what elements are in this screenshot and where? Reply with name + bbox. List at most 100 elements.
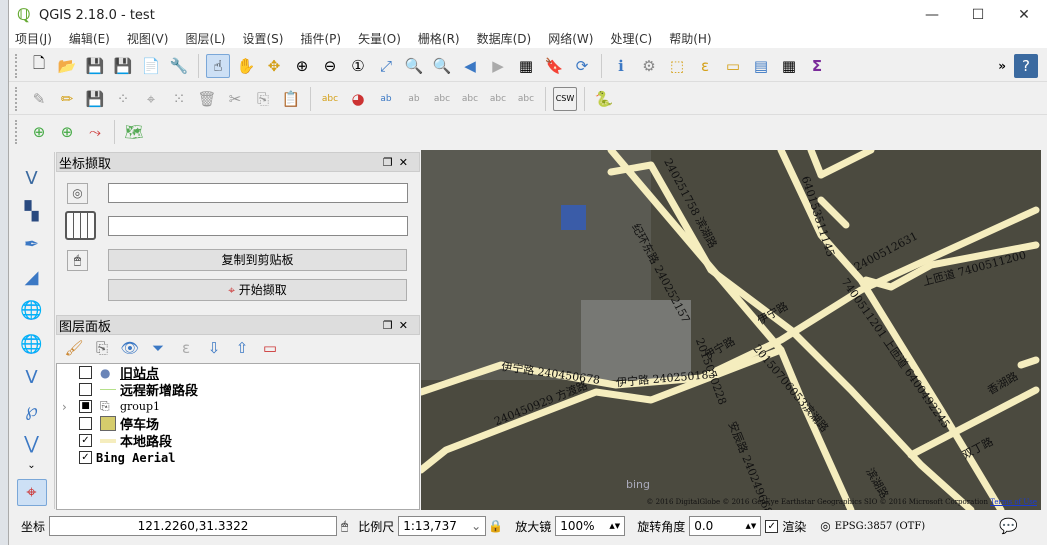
new-map-view-icon[interactable]: ▦ <box>514 54 538 78</box>
zoom-out-icon[interactable]: ⊖ <box>318 54 342 78</box>
menu-settings[interactable]: 设置(S) <box>243 30 284 48</box>
zoom-full-icon[interactable]: ⤢ <box>374 54 398 78</box>
layer-group[interactable]: › ■ ⎘ group1 <box>57 398 419 415</box>
current-edits-icon[interactable]: ✎ <box>27 87 51 111</box>
layer-item[interactable]: 停车场 <box>57 415 419 433</box>
layer-item[interactable]: 远程新增路段 <box>57 381 419 399</box>
menu-help[interactable]: 帮助(H) <box>669 30 711 48</box>
crs-status-button[interactable]: EPSG:3857 (OTF) <box>835 521 925 532</box>
left-toolbar-expand-icon[interactable]: ⌄ <box>27 460 35 471</box>
save-project-icon[interactable]: 💾 <box>83 54 107 78</box>
menu-plugins[interactable]: 插件(P) <box>300 30 341 48</box>
layer-item[interactable]: ● 旧站点 <box>57 364 419 382</box>
filter-expression-icon[interactable]: ε <box>174 336 198 360</box>
close-panel-icon[interactable]: ✕ <box>399 156 414 169</box>
map-crs-coordinate-field[interactable] <box>108 183 408 203</box>
add-vector-layer-icon[interactable]: V <box>17 165 47 192</box>
move-label-icon[interactable]: abc <box>458 87 482 111</box>
paste-features-icon[interactable]: 📋 <box>279 87 303 111</box>
diagram-icon[interactable]: ◕ <box>346 87 370 111</box>
composer-manager-icon[interactable]: 🔧 <box>167 54 191 78</box>
copy-to-clipboard-button[interactable]: 复制到剪贴板 <box>108 249 407 271</box>
manage-visibility-icon[interactable]: 👁 <box>118 336 142 360</box>
openlayers-plugin-icon[interactable]: 🗺 <box>122 120 146 144</box>
new-print-composer-icon[interactable]: 📄 <box>139 54 163 78</box>
float-panel-icon[interactable]: ❐ <box>383 319 399 332</box>
deselect-icon[interactable]: ▭ <box>721 54 745 78</box>
close-button[interactable]: ✕ <box>1001 7 1047 23</box>
spin-arrows-icon[interactable]: ▲▼ <box>745 517 756 535</box>
copy-features-icon[interactable]: ⎘ <box>251 87 275 111</box>
maximize-button[interactable]: ☐ <box>955 7 1001 23</box>
statistics-icon[interactable]: Σ <box>805 54 829 78</box>
show-hide-labels-icon[interactable]: abc <box>430 87 454 111</box>
layer-item[interactable]: ✓ 本地路段 <box>57 432 419 450</box>
cut-features-icon[interactable]: ✂ <box>223 87 247 111</box>
toggle-editing-icon[interactable]: ✏ <box>55 87 79 111</box>
add-point-icon[interactable]: ⊕ <box>27 120 51 144</box>
python-console-icon[interactable]: 🐍 <box>592 87 616 111</box>
pan-to-selection-icon[interactable]: ✥ <box>262 54 286 78</box>
menu-database[interactable]: 数据库(D) <box>477 30 532 48</box>
new-shapefile-icon[interactable]: ⋁ <box>17 430 47 457</box>
zoom-native-icon[interactable]: ① <box>346 54 370 78</box>
select-by-expression-icon[interactable]: ε <box>693 54 717 78</box>
add-wcs-icon[interactable]: 🌐 <box>17 330 47 357</box>
menu-edit[interactable]: 编辑(E) <box>69 30 110 48</box>
menu-layer[interactable]: 图层(L) <box>185 30 225 48</box>
add-spatialite-icon[interactable]: ◢ <box>17 264 47 291</box>
expand-all-icon[interactable]: ⇩ <box>202 336 226 360</box>
zoom-next-icon[interactable]: ▶ <box>486 54 510 78</box>
collapse-all-icon[interactable]: ⇧ <box>230 336 254 360</box>
menu-raster[interactable]: 栅格(R) <box>418 30 460 48</box>
add-group-icon[interactable]: ⎘ <box>90 336 114 360</box>
touch-zoom-icon[interactable]: ☝ <box>206 53 230 78</box>
menu-processing[interactable]: 处理(C) <box>610 30 652 48</box>
layer-checkbox[interactable]: ■ <box>79 400 92 413</box>
rotation-spinbox[interactable]: 0.0 ▲▼ <box>689 516 762 536</box>
messages-icon[interactable]: 💬 <box>999 517 1018 535</box>
toolbar-grip[interactable] <box>15 86 21 111</box>
save-as-icon[interactable]: 💾 <box>111 54 135 78</box>
toggle-extents-icon[interactable]: 🖱 <box>341 519 348 534</box>
crs-select-icon[interactable]: ◎ <box>67 183 88 204</box>
field-calculator-icon[interactable]: ▦ <box>777 54 801 78</box>
add-virtual-layer-icon[interactable]: ℘ <box>17 397 47 424</box>
delete-selected-icon[interactable]: 🗑 <box>195 87 219 111</box>
toolbar-grip[interactable] <box>15 53 21 78</box>
layer-checkbox[interactable] <box>79 383 92 396</box>
user-crs-coordinate-field[interactable] <box>108 216 408 236</box>
menu-vector[interactable]: 矢量(O) <box>358 30 401 48</box>
map-canvas[interactable]: 240251758 滨湖路 纪环东路 240252157 伊宁路 2404506… <box>421 150 1041 510</box>
save-edits-icon[interactable]: 💾 <box>83 87 107 111</box>
add-wfs-icon[interactable]: V <box>17 364 47 391</box>
crs-globe-icon[interactable]: ◎ <box>820 519 830 533</box>
run-action-icon[interactable]: ⚙ <box>637 54 661 78</box>
start-capture-button[interactable]: ⌖ 开始撷取 <box>108 279 407 301</box>
layer-checkbox[interactable]: ✓ <box>79 451 92 464</box>
menu-project[interactable]: 项目(J) <box>15 30 52 48</box>
move-feature-icon[interactable]: ⌖ <box>139 87 163 111</box>
close-panel-icon[interactable]: ✕ <box>399 319 414 332</box>
label-icon[interactable]: abc <box>318 87 342 111</box>
open-project-icon[interactable]: 📂 <box>55 54 79 78</box>
menu-view[interactable]: 视图(V) <box>127 30 169 48</box>
float-panel-icon[interactable]: ❐ <box>383 156 399 169</box>
toolbar-grip[interactable] <box>15 120 21 144</box>
zoom-last-icon[interactable]: ◀ <box>458 54 482 78</box>
rotate-label-icon[interactable]: abc <box>486 87 510 111</box>
layer-checkbox[interactable] <box>79 417 92 430</box>
magnifier-spinbox[interactable]: 100% ▲▼ <box>555 516 626 536</box>
minimize-button[interactable]: — <box>909 7 955 23</box>
terms-of-use-link[interactable]: Terms of Use <box>990 498 1037 506</box>
coordinate-capture-tool-icon[interactable]: ⌖ <box>16 478 47 506</box>
change-label-icon[interactable]: abc <box>514 87 538 111</box>
menu-web[interactable]: 网络(W) <box>548 30 593 48</box>
add-raster-layer-icon[interactable]: ▚ <box>17 198 47 225</box>
coordinate-field[interactable]: 121.2260,31.3322 <box>49 516 338 536</box>
remove-layer-icon[interactable]: ▭ <box>258 336 282 360</box>
layer-checkbox[interactable] <box>79 366 92 379</box>
zoom-in-icon[interactable]: ⊕ <box>290 54 314 78</box>
identify-icon[interactable]: ℹ <box>609 54 633 78</box>
new-project-icon[interactable]: 🗋 <box>27 54 51 78</box>
